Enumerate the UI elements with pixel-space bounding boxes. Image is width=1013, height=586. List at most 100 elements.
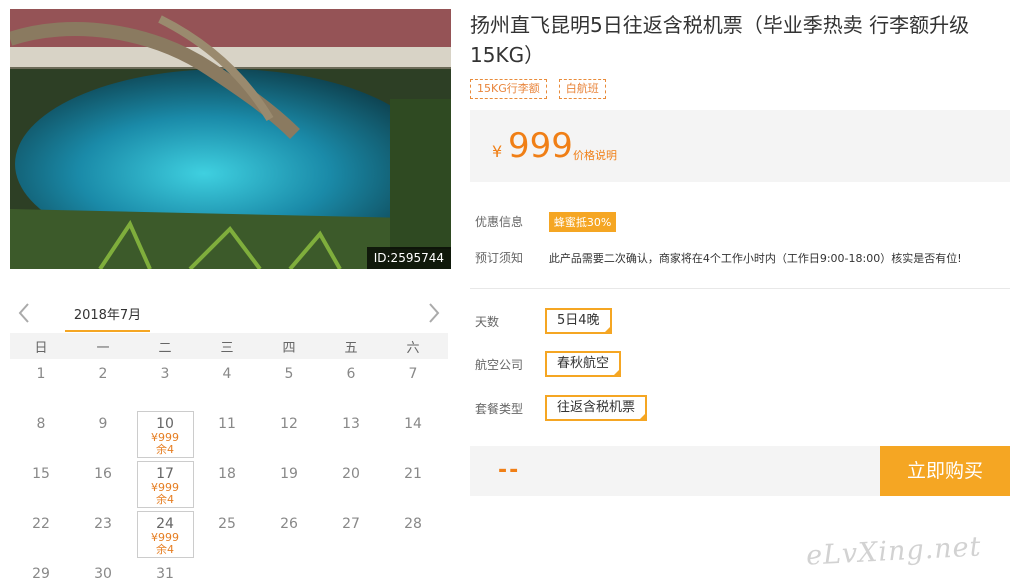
buy-now-button[interactable]: 立即购买 bbox=[880, 446, 1010, 496]
option-days-button[interactable]: 5日4晚 ✓ bbox=[545, 308, 612, 334]
weekday-label: 日 bbox=[34, 340, 48, 356]
weekday-label: 二 bbox=[158, 340, 172, 356]
calendar-day: 31 bbox=[134, 559, 196, 586]
day-remaining: 余4 bbox=[156, 543, 174, 556]
chevron-left-icon[interactable] bbox=[14, 301, 34, 325]
calendar-day: 8 bbox=[10, 409, 72, 459]
product-photo: ID:2595744 bbox=[10, 9, 451, 269]
day-number: 29 bbox=[32, 566, 50, 582]
day-number: 31 bbox=[156, 566, 174, 582]
calendar-day: 3 bbox=[134, 359, 196, 409]
day-number: 19 bbox=[280, 466, 298, 482]
tag-baggage: 15KG行李额 bbox=[470, 79, 547, 99]
check-icon: ✓ bbox=[603, 325, 610, 333]
day-number: 4 bbox=[222, 366, 232, 382]
weekday-label: 四 bbox=[282, 340, 296, 356]
option-value: 往返含税机票 bbox=[557, 400, 636, 415]
calendar-day: 19 bbox=[258, 459, 320, 509]
divider bbox=[470, 288, 1010, 289]
tag-flight: 白航班 bbox=[558, 79, 606, 99]
calendar-day: 5 bbox=[258, 359, 320, 409]
day-number: 14 bbox=[404, 416, 422, 432]
weekday-label: 六 bbox=[406, 340, 420, 356]
option-value: 5日4晚 bbox=[557, 313, 600, 328]
day-number: 16 bbox=[94, 466, 112, 482]
option-row-days: 天数 5日4晚 ✓ bbox=[475, 308, 612, 334]
day-number: 28 bbox=[404, 516, 422, 532]
day-number: 18 bbox=[218, 466, 236, 482]
total-price: -- bbox=[498, 458, 521, 483]
notice-row: 预订须知 此产品需要二次确认，商家将在4个工作小时内（工作日9:00-18:00… bbox=[475, 249, 962, 266]
calendar-day: 30 bbox=[72, 559, 134, 586]
day-number: 21 bbox=[404, 466, 422, 482]
day-number: 10 bbox=[156, 416, 174, 432]
calendar-day: 6 bbox=[320, 359, 382, 409]
calendar-day: 14 bbox=[382, 409, 444, 459]
calendar-header: 2018年7月 bbox=[10, 297, 448, 333]
day-number: 11 bbox=[218, 416, 236, 432]
calendar-day: 26 bbox=[258, 509, 320, 559]
calendar-day: 9 bbox=[72, 409, 134, 459]
calendar-day: 2 bbox=[72, 359, 134, 409]
currency-symbol: ¥ bbox=[492, 142, 503, 161]
day-number: 30 bbox=[94, 566, 112, 582]
option-package-button[interactable]: 往返含税机票 ✓ bbox=[545, 395, 648, 421]
calendar-day[interactable]: 10 ¥999 余4 bbox=[134, 409, 196, 459]
calendar-day: 21 bbox=[382, 459, 444, 509]
notice-label: 预订须知 bbox=[475, 251, 524, 265]
calendar-month-tab[interactable]: 2018年7月 bbox=[65, 304, 150, 332]
calendar-day: 16 bbox=[72, 459, 134, 509]
calendar-day: 29 bbox=[10, 559, 72, 586]
day-number: 5 bbox=[284, 366, 294, 382]
promo-row: 优惠信息 蜂蜜抵30% bbox=[475, 212, 617, 232]
notice-text: 此产品需要二次确认，商家将在4个工作小时内（工作日9:00-18:00）核实是否… bbox=[548, 252, 962, 265]
price-value: 999 bbox=[508, 126, 573, 166]
option-value: 春秋航空 bbox=[557, 356, 610, 371]
day-number: 27 bbox=[342, 516, 360, 532]
scenic-pool-image bbox=[10, 9, 451, 269]
calendar-days: 1 2 3 4 5 6 7 8 9 10 ¥999 余4 11 12 13 14 15 16 17 ¥999 余4 18 1… bbox=[10, 359, 448, 586]
product-tags: 15KG行李额 白航班 bbox=[470, 79, 606, 99]
calendar-day: 20 bbox=[320, 459, 382, 509]
day-number: 17 bbox=[156, 466, 174, 482]
calendar-day: 1 bbox=[10, 359, 72, 409]
date-calendar: 2018年7月 日 一 二 三 四 五 六 1 2 3 4 5 6 7 8 9 10 ¥999 余4 1… bbox=[10, 297, 448, 586]
check-icon: ✓ bbox=[613, 368, 620, 376]
calendar-day: 27 bbox=[320, 509, 382, 559]
calendar-day: 28 bbox=[382, 509, 444, 559]
day-number: 23 bbox=[94, 516, 112, 532]
chevron-right-icon[interactable] bbox=[424, 301, 444, 325]
promo-label: 优惠信息 bbox=[475, 215, 524, 229]
option-airline-button[interactable]: 春秋航空 ✓ bbox=[545, 351, 622, 377]
day-number: 22 bbox=[32, 516, 50, 532]
day-number: 13 bbox=[342, 416, 360, 432]
weekday-label: 五 bbox=[344, 340, 358, 356]
calendar-day[interactable]: 24 ¥999 余4 bbox=[134, 509, 196, 559]
day-number: 9 bbox=[98, 416, 108, 432]
price-box: ¥ 999 价格说明 bbox=[470, 110, 1010, 182]
option-label: 套餐类型 bbox=[475, 401, 524, 416]
promo-badge: 蜂蜜抵30% bbox=[548, 212, 617, 232]
option-label: 天数 bbox=[475, 314, 500, 329]
calendar-day: 13 bbox=[320, 409, 382, 459]
calendar-day: 15 bbox=[10, 459, 72, 509]
calendar-day: 11 bbox=[196, 409, 258, 459]
calendar-day[interactable]: 17 ¥999 余4 bbox=[134, 459, 196, 509]
calendar-day: 12 bbox=[258, 409, 320, 459]
calendar-weekdays: 日 一 二 三 四 五 六 bbox=[10, 333, 448, 359]
image-id-badge: ID:2595744 bbox=[366, 247, 451, 269]
weekday-label: 一 bbox=[96, 340, 110, 356]
calendar-day: 22 bbox=[10, 509, 72, 559]
option-row-package: 套餐类型 往返含税机票 ✓ bbox=[475, 395, 648, 421]
day-number: 1 bbox=[36, 366, 46, 382]
day-number: 12 bbox=[280, 416, 298, 432]
day-number: 25 bbox=[218, 516, 236, 532]
weekday-label: 三 bbox=[220, 340, 234, 356]
day-number: 20 bbox=[342, 466, 360, 482]
day-number: 6 bbox=[346, 366, 356, 382]
calendar-day: 18 bbox=[196, 459, 258, 509]
day-remaining: 余4 bbox=[156, 493, 174, 506]
calendar-day: 7 bbox=[382, 359, 444, 409]
option-row-airline: 航空公司 春秋航空 ✓ bbox=[475, 351, 622, 377]
price-explain-link[interactable]: 价格说明 bbox=[573, 147, 617, 163]
